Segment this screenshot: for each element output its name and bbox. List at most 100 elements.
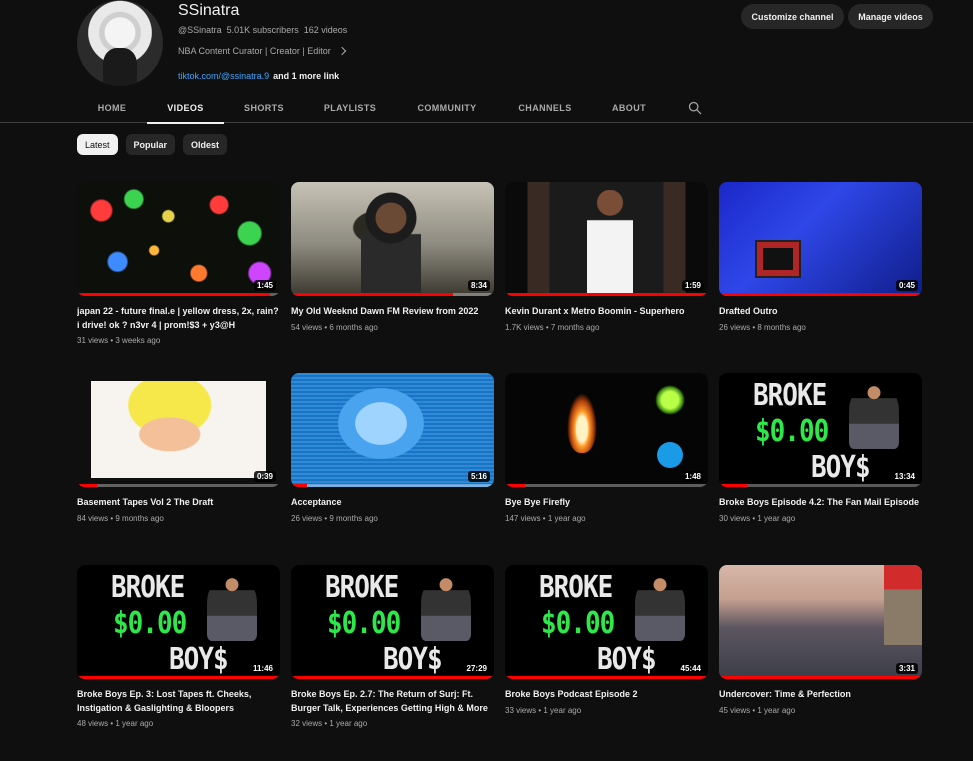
thumbnail-image: BROKE $0.00 BOY$ [505, 565, 708, 679]
video-title[interactable]: My Old Weeknd Dawn FM Review from 2022 [291, 305, 494, 319]
search-icon[interactable] [688, 101, 702, 115]
video-card[interactable]: BROKE $0.00 BOY$ 27:29 Broke Boys Ep. 2.7: T… [291, 565, 494, 728]
chip-popular[interactable]: Popular [125, 134, 176, 155]
tab-channels[interactable]: CHANNELS [514, 92, 576, 123]
video-title[interactable]: Broke Boys Podcast Episode 2 [505, 688, 708, 702]
video-stats: 54 views • 6 months ago [291, 322, 378, 332]
video-stats: 147 views • 1 year ago [505, 513, 586, 523]
channel-links: tiktok.com/@ssinatra.9 and 1 more link [178, 71, 339, 81]
video-thumbnail[interactable]: BROKE $0.00 BOY$ 13:34 [719, 373, 922, 487]
video-stats: 30 views • 1 year ago [719, 513, 796, 523]
tiktok-link[interactable]: tiktok.com/@ssinatra.9 [178, 71, 269, 81]
video-duration: 8:34 [467, 280, 490, 291]
thumbnail-text: BOY$ [383, 642, 443, 678]
video-duration: 11:46 [249, 663, 276, 674]
tab-shorts[interactable]: SHORTS [240, 92, 288, 123]
thumbnail-text: $0.00 [327, 606, 401, 642]
watch-progress-bar [719, 293, 922, 296]
video-card[interactable]: BROKE $0.00 BOY$ 11:46 Broke Boys Ep. 3: Los… [77, 565, 280, 728]
chip-latest[interactable]: Latest [77, 134, 118, 155]
watch-progress-bar [291, 676, 494, 679]
video-thumbnail[interactable]: 1:59 [505, 182, 708, 296]
video-thumbnail[interactable]: 1:45 [77, 182, 280, 296]
video-thumbnail[interactable]: 0:45 [719, 182, 922, 296]
video-card[interactable]: 1:45 japan 22 - future final.e | yellow d… [77, 182, 280, 345]
chip-oldest[interactable]: Oldest [183, 134, 228, 155]
watch-progress-bar [77, 293, 270, 296]
thumbnail-image [291, 373, 494, 487]
thumbnail-text: BOY$ [811, 450, 871, 486]
video-thumbnail[interactable]: 8:34 [291, 182, 494, 296]
watch-progress-track [505, 484, 708, 487]
video-card[interactable]: 0:39 Basement Tapes Vol 2 The Draft 84 vie… [77, 373, 280, 523]
thumbnail-image [77, 182, 280, 296]
thumbnail-text: $0.00 [755, 414, 829, 450]
video-duration: 27:29 [463, 663, 490, 674]
watch-progress-bar [719, 484, 748, 487]
video-card[interactable]: 1:48 Bye Bye Firefly 147 views • 1 year ag… [505, 373, 708, 523]
tab-playlists[interactable]: PLAYLISTS [320, 92, 380, 123]
video-title[interactable]: Drafted Outro [719, 305, 922, 319]
tab-about[interactable]: ABOUT [608, 92, 650, 123]
channel-avatar[interactable] [77, 0, 163, 86]
video-title[interactable]: japan 22 - future final.e | yellow dress… [77, 305, 280, 332]
thumbnail-figure [421, 577, 471, 641]
sort-chips: Latest Popular Oldest [77, 134, 228, 155]
video-title[interactable]: Bye Bye Firefly [505, 496, 708, 510]
video-card[interactable]: 3:31 Undercover: Time & Perfection 45 view… [719, 565, 922, 715]
watch-progress-bar [77, 676, 280, 679]
video-thumbnail[interactable]: BROKE $0.00 BOY$ 11:46 [77, 565, 280, 679]
video-title[interactable]: Undercover: Time & Perfection [719, 688, 922, 702]
thumbnail-image: BROKE $0.00 BOY$ [77, 565, 280, 679]
video-thumbnail[interactable]: BROKE $0.00 BOY$ 27:29 [291, 565, 494, 679]
video-card[interactable]: 5:16 Acceptance 26 views • 9 months ago [291, 373, 494, 523]
watch-progress-track [291, 484, 494, 487]
customize-channel-button[interactable]: Customize channel [741, 4, 844, 29]
thumbnail-image [505, 182, 708, 296]
video-title[interactable]: Kevin Durant x Metro Boomin - Superhero [505, 305, 708, 319]
channel-description[interactable]: NBA Content Curator | Creator | Editor [178, 46, 346, 56]
subscriber-count: 5.01K subscribers [226, 25, 299, 35]
video-card[interactable]: BROKE $0.00 BOY$ 45:44 Broke Boys Podcast Ep… [505, 565, 708, 715]
channel-meta: @SSinatra 5.01K subscribers 162 videos [178, 25, 347, 35]
thumbnail-image [719, 565, 922, 679]
video-card[interactable]: 8:34 My Old Weeknd Dawn FM Review from 20… [291, 182, 494, 332]
thumbnail-text: $0.00 [113, 606, 187, 642]
video-duration: 1:59 [681, 280, 704, 291]
more-links-link[interactable]: and 1 more link [273, 71, 339, 81]
watch-progress-bar [291, 293, 454, 296]
manage-videos-button[interactable]: Manage videos [848, 4, 933, 29]
video-thumbnail[interactable]: 5:16 [291, 373, 494, 487]
video-title[interactable]: Broke Boys Episode 4.2: The Fan Mail Epi… [719, 496, 922, 510]
video-duration: 5:16 [467, 471, 490, 482]
video-stats: 26 views • 8 months ago [719, 322, 806, 332]
video-title[interactable]: Basement Tapes Vol 2 The Draft [77, 496, 280, 510]
video-title[interactable]: Broke Boys Ep. 3: Lost Tapes ft. Cheeks,… [77, 688, 280, 715]
channel-header: SSinatra @SSinatra 5.01K subscribers 162… [0, 0, 973, 92]
video-count: 162 videos [303, 25, 348, 35]
video-duration: 45:44 [677, 663, 704, 674]
video-stats: 32 views • 1 year ago [291, 719, 368, 728]
thumbnail-text: BOY$ [597, 642, 657, 678]
thumbnail-text: BROKE [753, 378, 827, 414]
tab-home[interactable]: HOME [93, 92, 131, 123]
thumbnail-image: BROKE $0.00 BOY$ [719, 373, 922, 487]
video-duration: 0:39 [253, 471, 276, 482]
video-card[interactable]: 0:45 Drafted Outro 26 views • 8 months ago [719, 182, 922, 332]
tab-videos[interactable]: VIDEOS [147, 92, 224, 124]
watch-progress-bar [505, 293, 708, 296]
video-title[interactable]: Acceptance [291, 496, 494, 510]
tab-community[interactable]: COMMUNITY [413, 92, 481, 123]
channel-name: SSinatra [178, 2, 240, 19]
video-stats: 31 views • 3 weeks ago [77, 336, 161, 345]
video-title[interactable]: Broke Boys Ep. 2.7: The Return of Surj: … [291, 688, 494, 715]
video-stats: 48 views • 1 year ago [77, 719, 154, 728]
video-thumbnail[interactable]: BROKE $0.00 BOY$ 45:44 [505, 565, 708, 679]
video-thumbnail[interactable]: 3:31 [719, 565, 922, 679]
watch-progress-bar [291, 484, 308, 487]
video-thumbnail[interactable]: 0:39 [77, 373, 280, 487]
video-card[interactable]: BROKE $0.00 BOY$ 13:34 Broke Boys Episode 4.… [719, 373, 922, 523]
video-duration: 13:34 [891, 471, 918, 482]
video-card[interactable]: 1:59 Kevin Durant x Metro Boomin - Superh… [505, 182, 708, 332]
video-thumbnail[interactable]: 1:48 [505, 373, 708, 487]
